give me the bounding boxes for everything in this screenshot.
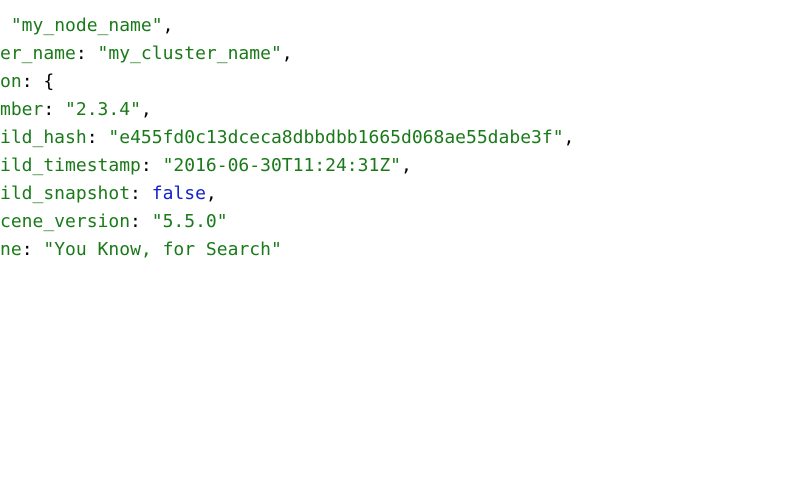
json-punct: : (87, 127, 109, 148)
json-key: ild_timestamp (0, 155, 141, 176)
code-line: ild_hash: "e455fd0c13dceca8dbbdbb1665d06… (0, 124, 800, 152)
json-punct: : (76, 43, 98, 64)
json-punct: , (206, 183, 217, 204)
code-line: cene_version: "5.5.0" (0, 208, 800, 236)
json-string: "5.5.0" (152, 211, 228, 232)
json-punct: , (141, 99, 152, 120)
json-punct: : (141, 155, 163, 176)
json-punct: : (22, 239, 44, 260)
code-line: "my_node_name", (0, 12, 800, 40)
json-key: ild_snapshot (0, 183, 130, 204)
json-string: "You Know, for Search" (43, 239, 281, 260)
json-punct: , (163, 15, 174, 36)
json-string: "e455fd0c13dceca8dbbdbb1665d068ae55dabe3… (108, 127, 563, 148)
json-punct: , (401, 155, 412, 176)
code-line: mber: "2.3.4", (0, 96, 800, 124)
json-key: mber (0, 99, 43, 120)
json-punct: : (130, 183, 152, 204)
json-key: ne (0, 239, 22, 260)
json-key: ild_hash (0, 127, 87, 148)
json-key: on (0, 71, 22, 92)
json-response-viewer: "my_node_name",er_name: "my_cluster_name… (0, 0, 800, 264)
json-punct: { (43, 71, 54, 92)
code-line: er_name: "my_cluster_name", (0, 40, 800, 68)
json-punct: , (564, 127, 575, 148)
json-key: cene_version (0, 211, 130, 232)
json-string: "my_cluster_name" (98, 43, 282, 64)
json-key: er_name (0, 43, 76, 64)
json-punct: : (130, 211, 152, 232)
json-punct: : (43, 99, 65, 120)
json-punct: , (282, 43, 293, 64)
json-string: "2016-06-30T11:24:31Z" (163, 155, 401, 176)
json-string: "my_node_name" (11, 15, 163, 36)
code-line: on: { (0, 68, 800, 96)
json-boolean: false (152, 183, 206, 204)
json-string: "2.3.4" (65, 99, 141, 120)
code-line: ild_snapshot: false, (0, 180, 800, 208)
code-line: ne: "You Know, for Search" (0, 236, 800, 264)
code-line: ild_timestamp: "2016-06-30T11:24:31Z", (0, 152, 800, 180)
json-punct: : (22, 71, 44, 92)
